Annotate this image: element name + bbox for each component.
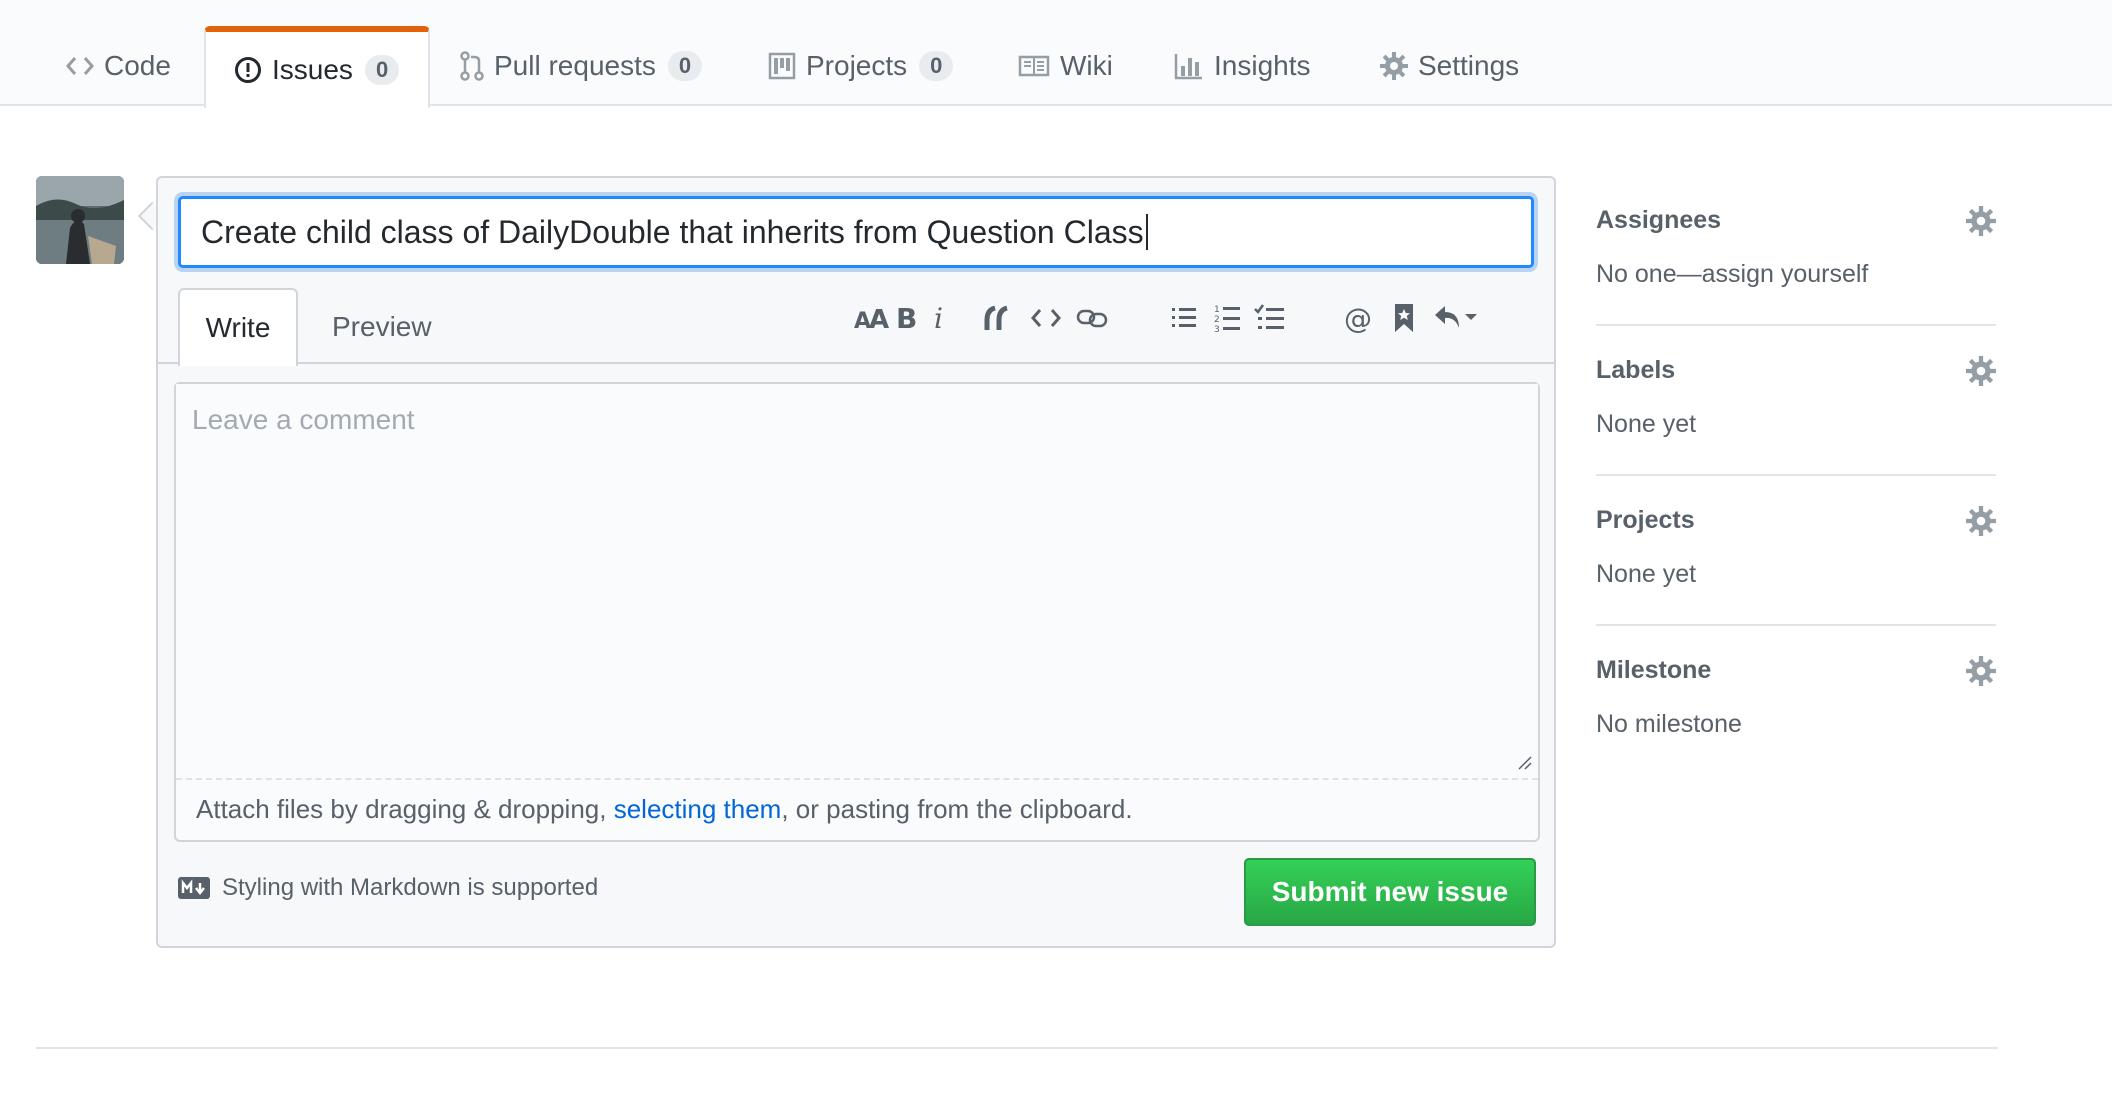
milestone-value: No milestone [1596, 710, 1742, 738]
repo-nav: Code Issues 0 Pull requests 0 Projects 0… [0, 0, 2112, 108]
tab-label: Code [104, 50, 171, 81]
attach-files-hint: Attach files by dragging & dropping, sel… [196, 794, 1133, 825]
preview-tab-label: Preview [332, 311, 432, 342]
labels-heading: Labels [1596, 356, 1676, 384]
link-icon[interactable] [1072, 298, 1112, 338]
tab-issues[interactable]: Issues 0 [204, 26, 430, 108]
svg-text:1: 1 [1214, 305, 1220, 315]
tab-projects[interactable]: Projects 0 [768, 26, 954, 106]
projects-heading: Projects [1596, 506, 1695, 534]
projects-value: None yet [1596, 560, 1697, 588]
svg-text:3: 3 [1214, 325, 1220, 333]
comment-placeholder: Leave a comment [192, 404, 415, 435]
assignees-heading: Assignees [1596, 206, 1722, 234]
issue-title-input[interactable]: Create child class of DailyDouble that i… [178, 196, 1534, 268]
task-list-icon[interactable] [1250, 298, 1290, 338]
tab-label: Insights [1214, 50, 1311, 81]
graph-icon [1174, 52, 1204, 80]
insert-code-icon[interactable] [1026, 298, 1066, 338]
write-tab-label: Write [205, 312, 271, 343]
tab-preview[interactable]: Preview [332, 288, 432, 366]
select-files-link[interactable]: selecting them [614, 794, 782, 824]
assignees-gear-icon[interactable] [1966, 206, 1996, 236]
projects-count-badge: 0 [919, 51, 954, 81]
gear-icon [1380, 52, 1408, 80]
tab-label: Settings [1418, 50, 1520, 81]
quote-icon[interactable] [978, 298, 1018, 338]
avatar[interactable] [36, 176, 124, 264]
labels-value: None yet [1596, 410, 1697, 438]
tab-label: Projects [806, 50, 908, 81]
issue-opened-icon [234, 56, 262, 84]
tab-code[interactable]: Code [66, 26, 171, 106]
tab-pull-requests[interactable]: Pull requests 0 [460, 26, 703, 106]
tab-insights[interactable]: Insights [1174, 26, 1311, 106]
tab-label: Issues [272, 54, 353, 85]
ordered-list-icon[interactable]: 123 [1208, 298, 1248, 338]
project-icon [768, 52, 796, 80]
svg-text:@: @ [1344, 303, 1372, 333]
labels-gear-icon[interactable] [1966, 356, 1996, 386]
markdown-icon [178, 877, 210, 899]
projects-gear-icon[interactable] [1966, 506, 1996, 536]
reply-icon[interactable] [1430, 298, 1482, 338]
svg-text:i: i [934, 304, 943, 332]
assign-yourself-link[interactable]: No one—assign yourself [1596, 260, 1868, 289]
sidebar-projects: Projects None yet [1596, 476, 1996, 626]
submit-new-issue-button[interactable]: Submit new issue [1244, 858, 1536, 926]
tab-label: Wiki [1060, 50, 1113, 81]
markdown-note-text: Styling with Markdown is supported [222, 874, 599, 901]
footer-divider [36, 1047, 1998, 1049]
tab-settings[interactable]: Settings [1380, 26, 1519, 106]
resize-handle-icon[interactable] [1516, 754, 1532, 770]
book-icon [1018, 54, 1050, 78]
issues-count-badge: 0 [364, 55, 400, 85]
code-icon [66, 55, 94, 77]
attach-prefix: Attach files by dragging & dropping, [196, 794, 614, 824]
mention-icon[interactable]: @ [1340, 298, 1380, 338]
git-pull-request-icon [460, 51, 484, 81]
milestone-heading: Milestone [1596, 656, 1712, 684]
milestone-gear-icon[interactable] [1966, 656, 1996, 686]
sidebar-labels: Labels None yet [1596, 326, 1996, 476]
comment-textarea[interactable]: Leave a comment [176, 384, 1538, 780]
pull-requests-count-badge: 0 [667, 51, 703, 81]
issue-title-text: Create child class of DailyDouble that i… [201, 213, 1144, 250]
attach-suffix: , or pasting from the clipboard. [781, 794, 1133, 824]
svg-text:2: 2 [1214, 315, 1220, 325]
comment-box: Leave a comment Attach files by dragging… [174, 382, 1540, 842]
sidebar-assignees: Assignees No one—assign yourself [1596, 176, 1996, 326]
tab-wiki[interactable]: Wiki [1018, 26, 1113, 106]
italic-icon[interactable]: i [920, 298, 960, 338]
markdown-support-note[interactable]: Styling with Markdown is supported [178, 874, 598, 902]
bookmark-icon[interactable] [1384, 298, 1424, 338]
tab-write[interactable]: Write [178, 288, 298, 366]
tab-label: Pull requests [494, 50, 656, 81]
unordered-list-icon[interactable] [1164, 298, 1204, 338]
text-caret [1145, 214, 1148, 250]
new-issue-form: Create child class of DailyDouble that i… [156, 176, 1556, 948]
sidebar-milestone: Milestone No milestone [1596, 626, 1996, 776]
svg-text:B: B [896, 304, 917, 332]
